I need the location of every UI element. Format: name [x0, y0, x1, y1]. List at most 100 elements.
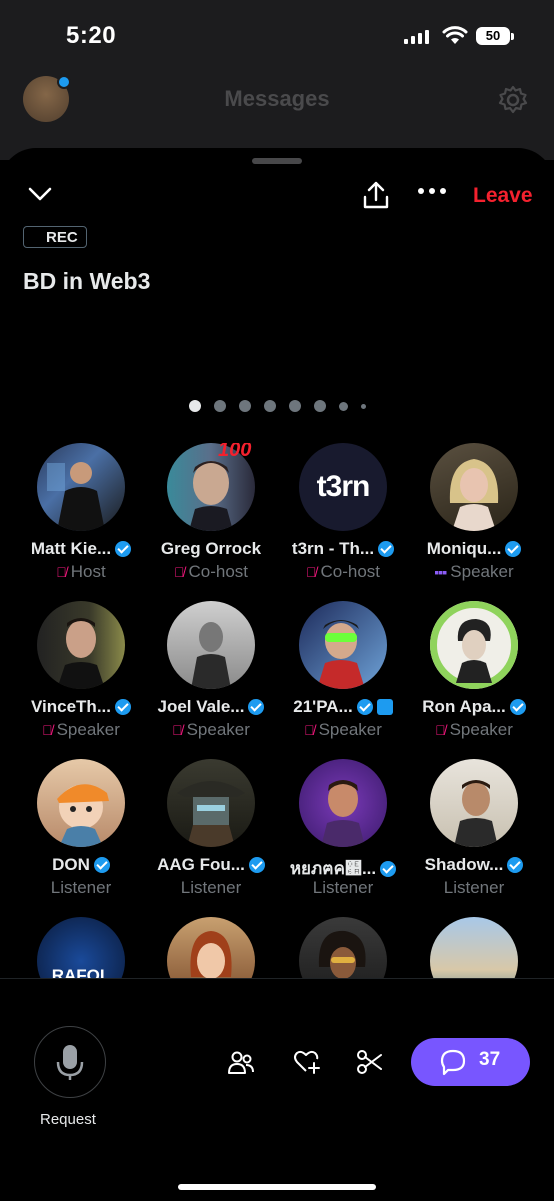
page-indicator[interactable] — [0, 400, 554, 412]
status-bar: 5:20 50 — [0, 0, 554, 70]
participant-role: Listener — [312, 878, 374, 897]
participant-card[interactable]: RAFOL — [12, 917, 150, 983]
participant-name: Moniqu... — [426, 539, 502, 558]
bottom-bar: Request 37 — [0, 978, 554, 1201]
participant-card[interactable]: Matt Kie... 🎙̸ Host — [12, 443, 150, 593]
verified-badge-icon — [248, 857, 265, 873]
gear-icon[interactable] — [497, 84, 529, 116]
battery-icon: 50 — [476, 27, 514, 45]
verified-badge-icon — [356, 699, 373, 715]
verified-badge-icon — [378, 541, 395, 557]
participant-card[interactable]: Ron Apa... 🎙̸ Speaker — [405, 601, 543, 751]
verified-badge-icon — [507, 857, 524, 873]
participant-card[interactable]: Moniqu... ▪▪▪ Speaker — [405, 443, 543, 593]
people-icon[interactable] — [227, 1049, 255, 1075]
avatar — [167, 601, 255, 689]
avatar — [167, 759, 255, 847]
avatar — [430, 601, 518, 689]
participant-name: Shadow... — [424, 855, 504, 874]
mic-off-icon: 🎙̸ — [435, 722, 446, 738]
verified-badge-icon — [380, 860, 397, 877]
leave-button[interactable]: Leave — [473, 184, 533, 208]
participant-card[interactable]: AAG Fou... Listener — [142, 759, 280, 909]
avatar — [37, 759, 125, 847]
participant-card[interactable]: t3rn t3rn - Th... 🎙̸ Co-host — [274, 443, 412, 593]
participant-role: Speaker — [56, 720, 120, 739]
avatar — [430, 443, 518, 531]
participant-role: Speaker — [449, 720, 513, 739]
messages-header: Messages — [0, 70, 554, 160]
page-title: Messages — [224, 86, 330, 111]
participant-name: DON — [52, 855, 90, 874]
participant-role: Listener — [180, 878, 242, 897]
chevron-down-icon[interactable] — [26, 184, 54, 204]
participant-role: Co-host — [320, 562, 381, 581]
recording-badge: REC — [23, 226, 87, 248]
participant-name: VinceTh... — [31, 697, 111, 716]
participant-name: t3rn - Th... — [291, 539, 375, 558]
heart-plus-icon[interactable] — [293, 1049, 321, 1075]
avatar — [430, 759, 518, 847]
participant-name: Joel Vale... — [157, 697, 245, 716]
verified-badge-icon — [509, 699, 526, 715]
microphone-icon — [56, 1045, 84, 1080]
participant-card[interactable]: 100 Greg Orrock 🎙̸ Co-host — [142, 443, 280, 593]
participant-card[interactable] — [274, 917, 412, 983]
participant-role: Listener — [50, 878, 112, 897]
verified-badge-icon — [248, 699, 265, 715]
avatar — [167, 917, 255, 983]
participant-card[interactable]: DON Listener — [12, 759, 150, 909]
affiliate-badge-icon — [376, 699, 393, 715]
scissors-icon[interactable] — [356, 1049, 384, 1075]
share-icon[interactable] — [362, 180, 390, 210]
mic-off-icon: 🎙̸ — [173, 564, 185, 580]
avatar — [299, 759, 387, 847]
wifi-icon — [442, 26, 468, 44]
avatar: RAFOL — [37, 917, 125, 983]
mic-off-icon: 🎙̸ — [305, 564, 317, 580]
mic-off-icon: 🎙̸ — [42, 722, 53, 738]
participant-name: Matt Kie... — [30, 539, 112, 558]
participant-card[interactable]: Shadow... Listener — [405, 759, 543, 909]
participant-card[interactable]: Joel Vale... 🎙̸ Speaker — [142, 601, 280, 751]
rec-label: REC — [46, 229, 78, 246]
more-options-icon[interactable] — [418, 188, 446, 194]
avatar: t3rn — [299, 443, 387, 531]
sheet-grabber[interactable] — [252, 158, 302, 164]
t3rn-logo: t3rn — [316, 470, 371, 503]
participants-grid: Matt Kie... 🎙̸ Host 100 Greg Orrock 🎙̸ Co-… — [0, 443, 554, 983]
record-dot-icon — [32, 232, 42, 242]
avatar — [299, 601, 387, 689]
mic-off-icon: 🎙̸ — [304, 722, 315, 738]
badge-100: 100 — [218, 443, 252, 461]
status-time: 5:20 — [66, 22, 117, 49]
verified-badge-icon — [93, 857, 110, 873]
avatar — [299, 917, 387, 983]
participant-role: Co-host — [188, 562, 249, 581]
chat-count: 37 — [479, 1049, 501, 1070]
avatar — [37, 601, 125, 689]
avatar — [430, 917, 518, 983]
chat-bubble-icon — [440, 1049, 466, 1076]
mic-off-icon: 🎙̸ — [56, 564, 67, 580]
avatar — [37, 443, 125, 531]
verified-badge-icon — [115, 699, 131, 715]
participant-card[interactable] — [405, 917, 543, 983]
request-mic-button[interactable] — [34, 1026, 106, 1098]
space-title: BD in Web3 — [23, 268, 151, 294]
chat-button[interactable]: 37 — [411, 1038, 530, 1086]
participant-name: 21'PA... — [293, 697, 353, 716]
participant-card[interactable]: VinceTh... 🎙̸ Speaker — [12, 601, 150, 751]
participant-card[interactable] — [142, 917, 280, 983]
home-indicator[interactable] — [178, 1184, 376, 1190]
participant-name: Greg Orrock — [160, 539, 262, 558]
participant-role: Host — [70, 562, 106, 581]
mic-off-icon: 🎙̸ — [172, 722, 183, 738]
request-label: Request — [40, 1111, 96, 1128]
participant-card[interactable]: 21'PA... 🎙̸ Speaker — [274, 601, 412, 751]
participant-card[interactable]: หยภฅค๪... Listener — [274, 759, 412, 909]
participant-name: AAG Fou... — [157, 855, 245, 874]
participant-role: Speaker — [318, 720, 382, 739]
verified-badge-icon — [505, 541, 522, 557]
participant-role: Speaker — [186, 720, 250, 739]
